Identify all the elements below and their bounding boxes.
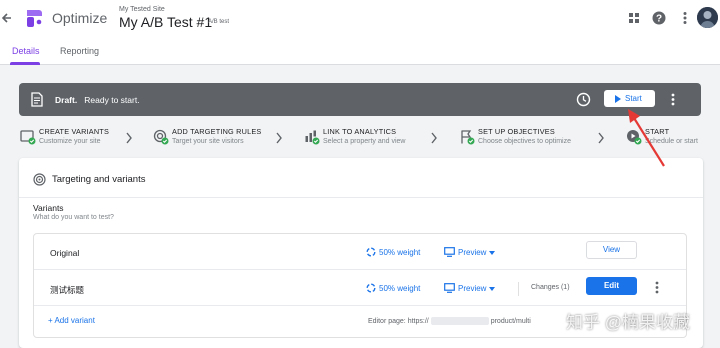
product-name: Optimize xyxy=(52,10,108,26)
chevron-right-icon xyxy=(597,131,605,144)
site-label: My Tested Site xyxy=(119,6,165,13)
preview-icon xyxy=(444,283,455,293)
variant-name[interactable]: 测试标题 xyxy=(50,284,84,296)
experiment-type-label: A/B test xyxy=(208,19,230,25)
editor-page-suffix: product/multi xyxy=(490,317,531,325)
weight-label: 50% weight xyxy=(379,284,421,293)
preview-icon xyxy=(444,247,455,257)
step-subtitle: Customize your site xyxy=(39,138,101,145)
watermark-text: 知乎 @楠果收藏 xyxy=(566,313,690,332)
help-icon[interactable]: ? xyxy=(651,10,667,26)
step-subtitle: Select a property and view xyxy=(323,138,406,145)
step-title: LINK TO ANALYTICS xyxy=(323,127,397,136)
weight-control[interactable]: 50% weight xyxy=(366,246,436,260)
create-variants-icon xyxy=(20,129,36,145)
svg-text:?: ? xyxy=(656,14,662,25)
view-button[interactable]: View xyxy=(586,241,637,259)
edit-button[interactable]: Edit xyxy=(586,277,637,295)
changes-count[interactable]: Changes (1) xyxy=(531,284,570,291)
card-header: Targeting and variants xyxy=(19,158,703,198)
step-title: ADD TARGETING RULES xyxy=(172,127,262,136)
step-subtitle: Choose objectives to optimize xyxy=(478,138,571,145)
variants-subtitle: What do you want to test? xyxy=(33,214,114,221)
play-icon xyxy=(615,95,621,103)
step-subtitle: Target your site visitors xyxy=(172,138,244,145)
status-state: Draft. xyxy=(55,95,78,105)
divider xyxy=(518,282,519,296)
variant-name: Original xyxy=(50,248,80,258)
experiment-title[interactable]: My A/B Test #1 xyxy=(119,14,212,30)
back-arrow-icon[interactable] xyxy=(1,9,12,27)
redacted-url-segment xyxy=(430,317,489,325)
tab-details[interactable]: Details xyxy=(12,46,40,56)
step-create-variants[interactable]: CREATE VARIANTS Customize your site xyxy=(20,127,120,151)
avatar[interactable] xyxy=(697,7,718,28)
apps-grid-icon[interactable] xyxy=(626,10,642,26)
card-title: Targeting and variants xyxy=(52,174,146,185)
more-vert-icon[interactable] xyxy=(669,92,677,107)
analytics-icon xyxy=(304,129,320,145)
start-button-label: Start xyxy=(625,94,642,103)
dropdown-arrow-icon xyxy=(489,287,495,291)
weight-label: 50% weight xyxy=(379,248,421,257)
step-title: CREATE VARIANTS xyxy=(39,127,110,136)
weight-icon xyxy=(366,283,376,293)
preview-dropdown[interactable]: Preview xyxy=(444,246,514,260)
active-tab-indicator xyxy=(10,62,40,65)
preview-dropdown[interactable]: Preview xyxy=(444,282,514,296)
app-header: Optimize My Tested Site My A/B Test #1 A… xyxy=(0,0,720,37)
more-vert-icon[interactable] xyxy=(677,10,693,26)
chevron-right-icon xyxy=(275,131,283,144)
optimize-logo xyxy=(23,8,43,28)
annotation-arrow xyxy=(620,108,668,170)
status-message: Ready to start. xyxy=(84,95,140,105)
preview-label: Preview xyxy=(458,284,487,293)
variant-row-test: 测试标题 50% weight Preview Changes (1) Edit xyxy=(34,270,686,306)
status-text: Draft. Ready to start. xyxy=(55,95,140,105)
status-bar: Draft. Ready to start. Start xyxy=(19,83,701,116)
more-vert-icon[interactable] xyxy=(653,280,661,295)
chevron-right-icon xyxy=(125,131,133,144)
step-set-up-objectives[interactable]: SET UP OBJECTIVES Choose objectives to o… xyxy=(459,127,589,151)
preview-label: Preview xyxy=(458,248,487,257)
targeting-icon xyxy=(153,129,169,145)
start-button[interactable]: Start xyxy=(604,90,655,107)
target-icon xyxy=(33,173,46,186)
chevron-right-icon xyxy=(430,131,438,144)
tab-reporting[interactable]: Reporting xyxy=(60,46,99,56)
objectives-icon xyxy=(459,129,475,145)
step-link-to-analytics[interactable]: LINK TO ANALYTICS Select a property and … xyxy=(304,127,419,151)
add-variant-button[interactable]: + Add variant xyxy=(48,316,95,325)
step-title: SET UP OBJECTIVES xyxy=(478,127,555,136)
editor-page-prefix: Editor page: https:// xyxy=(368,317,429,325)
variant-row-original: Original 50% weight Preview View xyxy=(34,234,686,270)
schedule-clock-icon[interactable] xyxy=(576,92,591,107)
step-add-targeting-rules[interactable]: ADD TARGETING RULES Target your site vis… xyxy=(153,127,268,151)
dropdown-arrow-icon xyxy=(489,251,495,255)
weight-icon xyxy=(366,247,376,257)
editor-page-url: Editor page: https:// product/multi xyxy=(368,317,531,325)
variants-heading: Variants xyxy=(33,203,64,213)
weight-control[interactable]: 50% weight xyxy=(366,282,436,296)
tab-bar: Details Reporting xyxy=(0,37,720,65)
draft-document-icon xyxy=(30,92,44,107)
